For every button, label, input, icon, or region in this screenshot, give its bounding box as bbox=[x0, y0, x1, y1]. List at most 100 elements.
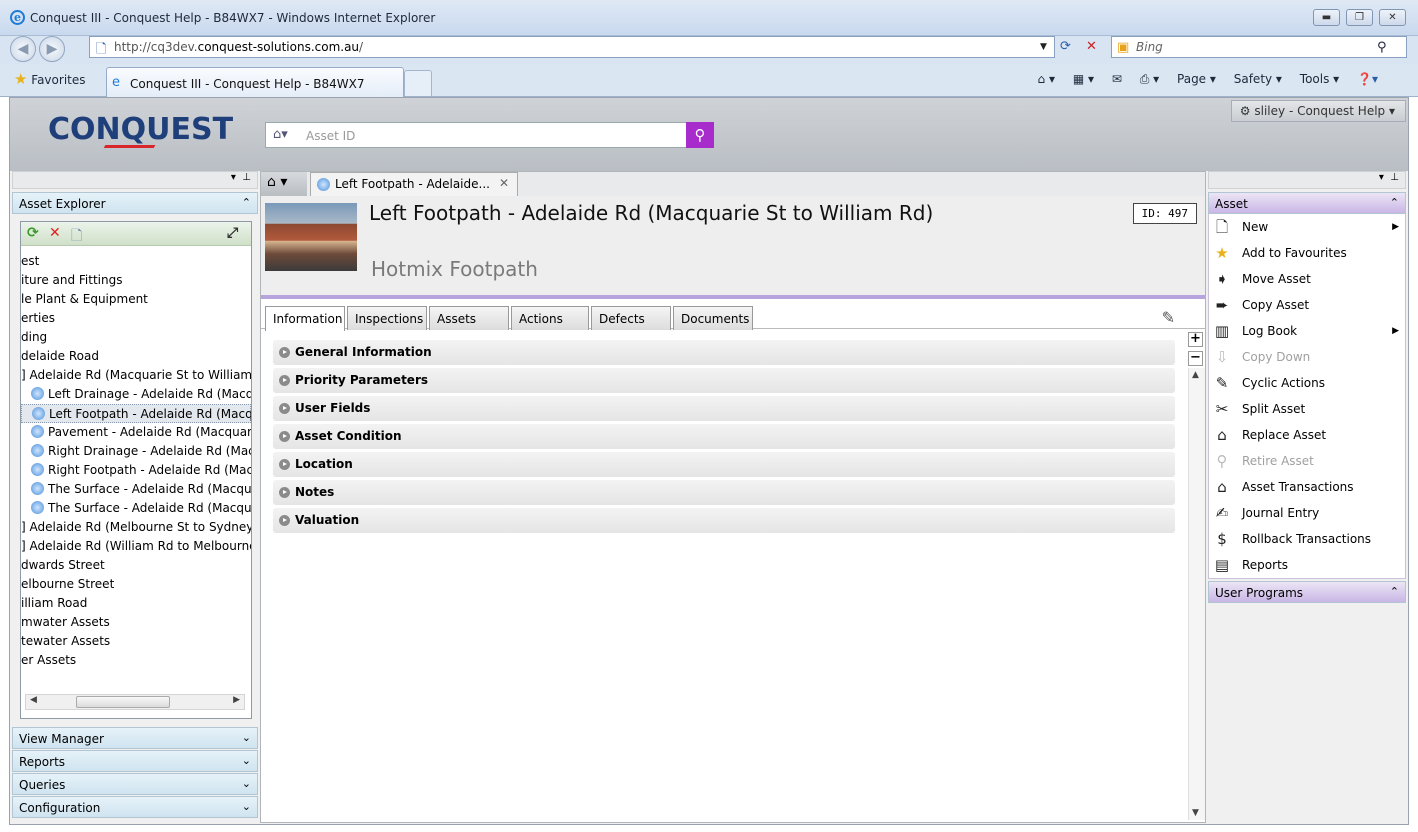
vertical-scrollbar[interactable]: ▲ ▼ bbox=[1188, 368, 1205, 820]
new-tab-button[interactable] bbox=[404, 70, 432, 96]
section-priority-parameters[interactable]: Priority Parameters bbox=[273, 368, 1175, 393]
section-asset-condition[interactable]: Asset Condition bbox=[273, 424, 1175, 449]
tree-item[interactable]: er Assets bbox=[21, 651, 251, 670]
minimize-button[interactable]: ▬ bbox=[1313, 9, 1340, 26]
tab-inspections[interactable]: Inspections bbox=[347, 306, 427, 330]
address-field[interactable]: 🗋 http://cq3dev.conquest-solutions.com.a… bbox=[89, 36, 1055, 58]
tree-item[interactable]: Left Drainage - Adelaide Rd (Macqu bbox=[21, 385, 251, 404]
search-scope-icon[interactable]: ⌂▾ bbox=[273, 127, 288, 142]
tree-item[interactable]: ] Adelaide Rd (Melbourne St to Sydney bbox=[21, 518, 251, 537]
safety-menu[interactable]: Safety ▾ bbox=[1234, 72, 1282, 86]
delete-icon[interactable]: ✕ bbox=[49, 225, 61, 241]
expand-all-button[interactable]: + bbox=[1188, 332, 1203, 347]
action-move-asset[interactable]: ➧ Move Asset bbox=[1209, 266, 1405, 292]
tree-horizontal-scrollbar[interactable]: ◀ ▶ bbox=[25, 694, 245, 710]
asset-actions-header[interactable]: Asset ⌃ bbox=[1208, 192, 1406, 214]
asset-id-search[interactable]: ⌂▾ Asset ID bbox=[265, 122, 687, 148]
tree-item[interactable]: Left Footpath - Adelaide Rd (Macqu bbox=[21, 404, 251, 423]
section-valuation[interactable]: Valuation bbox=[273, 508, 1175, 533]
tab-information[interactable]: Information bbox=[265, 306, 345, 331]
action-journal-entry[interactable]: ✍ Journal Entry bbox=[1209, 500, 1405, 526]
home-tab[interactable]: ⌂ ▾ bbox=[261, 172, 307, 196]
favorites-button[interactable]: ★ Favorites bbox=[14, 70, 86, 88]
tree-item[interactable]: le Plant & Equipment bbox=[21, 290, 251, 309]
panel-header-queries[interactable]: Queries ⌄ bbox=[12, 773, 258, 795]
edit-pencil-icon[interactable]: ✎ bbox=[1162, 308, 1175, 327]
page-menu[interactable]: Page ▾ bbox=[1177, 72, 1216, 86]
close-tab-icon[interactable]: ✕ bbox=[499, 176, 509, 190]
tree-item[interactable]: illiam Road bbox=[21, 594, 251, 613]
action-cyclic-actions[interactable]: ✎ Cyclic Actions bbox=[1209, 370, 1405, 396]
print-icon[interactable]: ⎙ ▾ bbox=[1140, 72, 1159, 86]
home-icon[interactable]: ⌂ ▾ bbox=[1038, 72, 1055, 86]
section-notes[interactable]: Notes bbox=[273, 480, 1175, 505]
action-asset-transactions[interactable]: ⌂ Asset Transactions bbox=[1209, 474, 1405, 500]
asset-explorer-header[interactable]: Asset Explorer ⌃ bbox=[12, 192, 258, 214]
action-copy-asset[interactable]: ➨ Copy Asset bbox=[1209, 292, 1405, 318]
search-button[interactable]: ⚲ bbox=[686, 122, 714, 148]
tree-item[interactable]: The Surface - Adelaide Rd (Macquai bbox=[21, 480, 251, 499]
section-user-fields[interactable]: User Fields bbox=[273, 396, 1175, 421]
tab-actions[interactable]: Actions bbox=[511, 306, 589, 330]
action-rollback-transactions[interactable]: $ Rollback Transactions bbox=[1209, 526, 1405, 552]
user-programs-header[interactable]: User Programs ⌃ bbox=[1208, 581, 1406, 603]
search-icon[interactable]: ⚲ bbox=[1377, 40, 1387, 55]
close-window-button[interactable]: ✕ bbox=[1379, 9, 1406, 26]
section-general-information[interactable]: General Information bbox=[273, 340, 1175, 365]
right-pane-controls[interactable]: ▾ ⊥ bbox=[1208, 171, 1406, 189]
tree-item[interactable]: ding bbox=[21, 328, 251, 347]
panel-header-view-manager[interactable]: View Manager ⌄ bbox=[12, 727, 258, 749]
asset-document-tab[interactable]: Left Footpath - Adelaide... ✕ bbox=[310, 172, 518, 196]
refresh-tree-icon[interactable]: ⟳ bbox=[27, 225, 39, 241]
tree-item[interactable]: elbourne Street bbox=[21, 575, 251, 594]
bing-search-field[interactable]: ▣ Bing ⚲ bbox=[1111, 36, 1407, 58]
forward-button[interactable]: ▶ bbox=[39, 36, 65, 62]
tree-item[interactable]: delaide Road bbox=[21, 347, 251, 366]
panel-header-configuration[interactable]: Configuration ⌄ bbox=[12, 796, 258, 818]
left-pane-controls[interactable]: ▾ ⊥ bbox=[12, 171, 258, 189]
section-location[interactable]: Location bbox=[273, 452, 1175, 477]
tree-item[interactable]: ] Adelaide Rd (William Rd to Melbourne bbox=[21, 537, 251, 556]
tree-item[interactable]: iture and Fittings bbox=[21, 271, 251, 290]
tab-defects[interactable]: Defects bbox=[591, 306, 671, 330]
action-replace-asset[interactable]: ⌂ Replace Asset bbox=[1209, 422, 1405, 448]
tree-item[interactable]: dwards Street bbox=[21, 556, 251, 575]
action-log-book[interactable]: ▥ Log Book ▶ bbox=[1209, 318, 1405, 344]
collapse-all-button[interactable]: − bbox=[1188, 351, 1203, 366]
tree-item[interactable]: The Surface - Adelaide Rd (Macquai bbox=[21, 499, 251, 518]
help-icon[interactable]: ❓▾ bbox=[1357, 72, 1378, 86]
tree-item[interactable]: tewater Assets bbox=[21, 632, 251, 651]
action-split-asset[interactable]: ✂ Split Asset bbox=[1209, 396, 1405, 422]
refresh-icon[interactable]: ⟳ bbox=[1060, 39, 1071, 54]
tree-item[interactable]: est bbox=[21, 252, 251, 271]
scroll-down-icon[interactable]: ▼ bbox=[1192, 808, 1199, 818]
browser-tab[interactable]: e Conquest III - Conquest Help - B84WX7 bbox=[106, 67, 404, 97]
tab-assets[interactable]: Assets bbox=[429, 306, 509, 330]
address-dropdown-icon[interactable]: ▼ bbox=[1040, 42, 1047, 52]
scroll-right-icon[interactable]: ▶ bbox=[233, 695, 240, 705]
tree-item[interactable]: mwater Assets bbox=[21, 613, 251, 632]
action-new[interactable]: 🗋 New ▶ bbox=[1209, 214, 1405, 240]
tree-item[interactable]: ] Adelaide Rd (Macquarie St to William F bbox=[21, 366, 251, 385]
panel-header-reports[interactable]: Reports ⌄ bbox=[12, 750, 258, 772]
stop-icon[interactable]: ✕ bbox=[1086, 39, 1097, 54]
document-icon[interactable]: 🗋 bbox=[71, 225, 82, 249]
action-retire-asset[interactable]: ⚲ Retire Asset bbox=[1209, 448, 1405, 474]
mail-icon[interactable]: ✉ bbox=[1112, 72, 1122, 86]
action-add-to-favourites[interactable]: ★ Add to Favourites bbox=[1209, 240, 1405, 266]
scroll-up-icon[interactable]: ▲ bbox=[1192, 370, 1199, 380]
tab-documents[interactable]: Documents bbox=[673, 306, 753, 330]
action-reports[interactable]: ▤ Reports bbox=[1209, 552, 1405, 578]
user-menu[interactable]: ⚙ sliley - Conquest Help ▾ bbox=[1230, 100, 1406, 122]
expand-icon[interactable]: ⤢ bbox=[227, 225, 238, 241]
maximize-button[interactable]: ❐ bbox=[1346, 9, 1373, 26]
scroll-left-icon[interactable]: ◀ bbox=[30, 695, 37, 705]
tree-item[interactable]: erties bbox=[21, 309, 251, 328]
action-copy-down[interactable]: ⇩ Copy Down bbox=[1209, 344, 1405, 370]
scroll-thumb[interactable] bbox=[76, 696, 170, 708]
tree-item[interactable]: Right Footpath - Adelaide Rd (Macq bbox=[21, 461, 251, 480]
tree-item[interactable]: Right Drainage - Adelaide Rd (Macq bbox=[21, 442, 251, 461]
feeds-icon[interactable]: ▦ ▾ bbox=[1073, 72, 1094, 86]
back-button[interactable]: ◀ bbox=[10, 36, 36, 62]
tree-item[interactable]: Pavement - Adelaide Rd (Macquarie bbox=[21, 423, 251, 442]
